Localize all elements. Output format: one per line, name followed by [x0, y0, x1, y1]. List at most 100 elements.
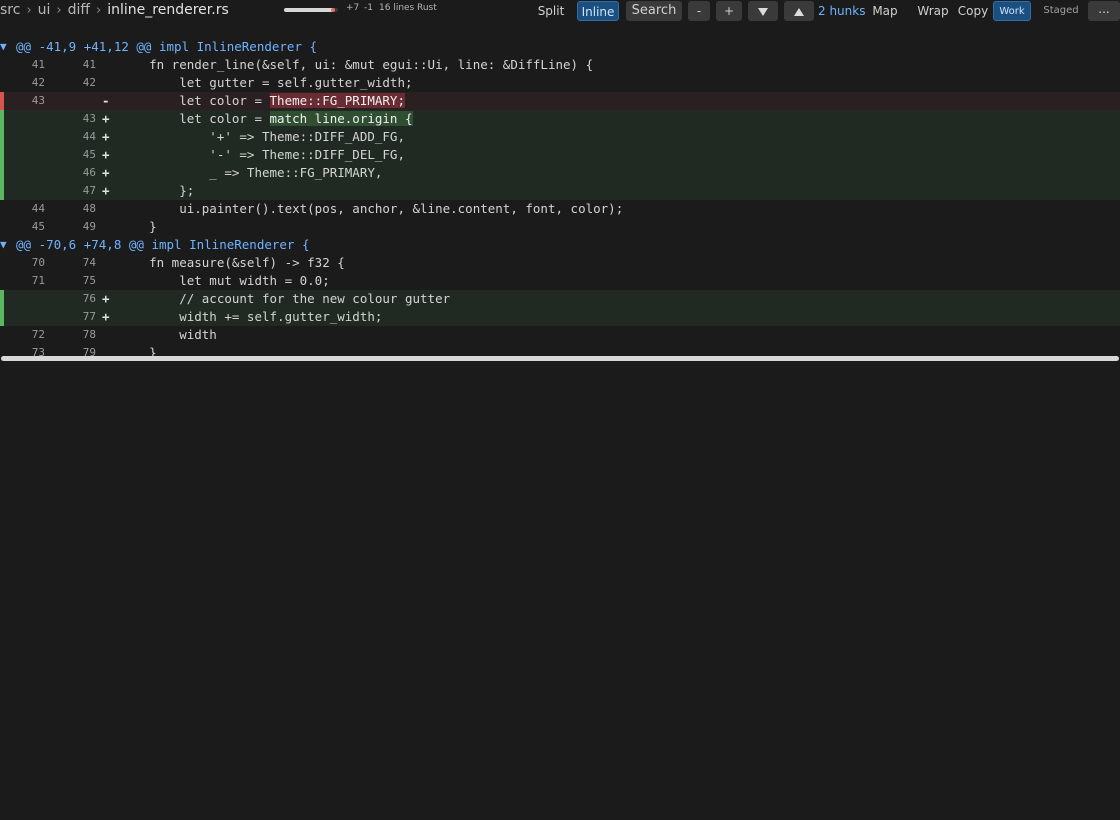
- file-name: inline_renderer.rs: [107, 2, 229, 18]
- code-text: width += self.gutter_width;: [119, 309, 383, 324]
- diff-ratio-bar: [284, 8, 338, 12]
- new-line-number: 45: [82, 148, 96, 161]
- code-text: // account for the new colour gutter: [119, 291, 451, 306]
- added-marker: [0, 308, 4, 326]
- context-line: 45 49 }: [0, 218, 1120, 236]
- diff-sign: +: [102, 165, 110, 180]
- code-text: let mut width = 0.0;: [119, 273, 330, 288]
- expand-button[interactable]: +: [716, 1, 742, 21]
- code-text: fn measure(&self) -> f32 {: [119, 255, 345, 270]
- new-line-number: 41: [82, 58, 96, 71]
- old-line-number: 70: [31, 256, 45, 269]
- new-line-number: 44: [82, 130, 96, 143]
- code-line: };: [119, 182, 194, 200]
- added-line: 44 + '+' => Theme::DIFF_ADD_FG,: [0, 128, 1120, 146]
- code-line: width: [119, 326, 217, 344]
- old-line-number: 71: [31, 274, 45, 287]
- new-line-number: 49: [82, 220, 96, 233]
- code-text: };: [119, 183, 195, 198]
- diff-sign: +: [102, 147, 110, 162]
- old-line-number: 43: [31, 94, 45, 107]
- added-line: 46 + _ => Theme::FG_PRIMARY,: [0, 164, 1120, 182]
- wrap-toggle[interactable]: Wrap: [914, 1, 952, 21]
- breadcrumb-separator: ›: [96, 2, 102, 18]
- code-line: ui.painter().text(pos, anchor, &line.con…: [119, 200, 623, 218]
- code-line: _ => Theme::FG_PRIMARY,: [119, 164, 382, 182]
- code-text: width: [119, 327, 217, 342]
- split-view-button[interactable]: Split: [532, 1, 570, 21]
- code-line: let mut width = 0.0;: [119, 272, 330, 290]
- breadcrumb-separator: ›: [26, 2, 32, 18]
- hunk-header[interactable]: ▼ @@ -41,9 +41,12 @@ impl InlineRenderer …: [0, 38, 1120, 56]
- triangle-up-icon: [794, 7, 804, 16]
- new-line-number: 48: [82, 202, 96, 215]
- diff-ratio-fill: [284, 8, 333, 12]
- hunk-count-link[interactable]: 2 hunks: [818, 1, 865, 21]
- code-text: '-' => Theme::DIFF_DEL_FG,: [119, 147, 405, 162]
- code-text: _ => Theme::FG_PRIMARY,: [119, 165, 383, 180]
- old-line-number: 72: [31, 328, 45, 341]
- context-line: 42 42 let gutter = self.gutter_width;: [0, 74, 1120, 92]
- line-count: 16 lines: [379, 3, 415, 13]
- added-line: 76 + // account for the new colour gutter: [0, 290, 1120, 308]
- new-line-number: 78: [82, 328, 96, 341]
- collapse-arrow-icon[interactable]: ▼: [0, 38, 7, 56]
- context-line: 70 74 fn measure(&self) -> f32 {: [0, 254, 1120, 272]
- more-menu-button[interactable]: ...: [1088, 1, 1120, 21]
- code-text: fn render_line(&self, ui: &mut egui::Ui,…: [119, 57, 594, 72]
- added-marker: [0, 164, 4, 182]
- new-line-number: 75: [82, 274, 96, 287]
- added-line: 77 + width += self.gutter_width;: [0, 308, 1120, 326]
- code-text: }: [119, 219, 157, 234]
- removed-marker: [0, 92, 4, 110]
- breadcrumb-item-diff[interactable]: diff: [68, 2, 90, 18]
- code-line: '-' => Theme::DIFF_DEL_FG,: [119, 146, 405, 164]
- code-line: let color = match line.origin {: [119, 110, 413, 128]
- triangle-down-icon: [758, 7, 768, 16]
- hunk-header[interactable]: ▼ @@ -70,6 +74,8 @@ impl InlineRenderer {: [0, 236, 1120, 254]
- old-line-number: 44: [31, 202, 45, 215]
- removed-count: -1: [364, 3, 373, 13]
- staged-tab[interactable]: Staged: [1040, 1, 1082, 21]
- collapse-arrow-icon[interactable]: ▼: [0, 236, 7, 254]
- code-text: let color =: [119, 111, 270, 126]
- new-line-number: 46: [82, 166, 96, 179]
- added-line: 47 + };: [0, 182, 1120, 200]
- prev-hunk-button[interactable]: [784, 1, 814, 21]
- breadcrumb-item-ui[interactable]: ui: [38, 2, 51, 18]
- new-line-number: 47: [82, 184, 96, 197]
- new-line-number: 43: [82, 112, 96, 125]
- inline-change-highlight: match line.origin {: [269, 111, 413, 126]
- breadcrumb-separator: ›: [56, 2, 62, 18]
- horizontal-scrollbar[interactable]: [0, 355, 1120, 362]
- work-tab[interactable]: Work: [993, 1, 1031, 21]
- language-label: Rust: [417, 3, 437, 13]
- new-line-number: 76: [82, 292, 96, 305]
- code-line: fn render_line(&self, ui: &mut egui::Ui,…: [119, 56, 593, 74]
- context-line: 71 75 let mut width = 0.0;: [0, 272, 1120, 290]
- inline-view-button[interactable]: Inline: [577, 1, 619, 21]
- diff-sign: -: [102, 93, 110, 108]
- code-text: ui.painter().text(pos, anchor, &line.con…: [119, 201, 624, 216]
- added-marker: [0, 290, 4, 308]
- code-line: }: [119, 218, 157, 236]
- context-line: 44 48 ui.painter().text(pos, anchor, &lin…: [0, 200, 1120, 218]
- breadcrumb-item-src[interactable]: src: [0, 2, 20, 18]
- toolbar: src › ui › diff › inline_renderer.rs +7 …: [0, 0, 1120, 26]
- diff-sign: +: [102, 129, 110, 144]
- added-line: 45 + '-' => Theme::DIFF_DEL_FG,: [0, 146, 1120, 164]
- diff-view: ▼ @@ -41,9 +41,12 @@ impl InlineRenderer …: [0, 38, 1120, 362]
- old-line-number: 45: [31, 220, 45, 233]
- code-line: '+' => Theme::DIFF_ADD_FG,: [119, 128, 405, 146]
- added-marker: [0, 110, 4, 128]
- scrollbar-thumb[interactable]: [1, 356, 1119, 361]
- copy-button[interactable]: Copy: [956, 1, 990, 21]
- diff-ratio-removed-marker: [331, 8, 335, 12]
- minimap-button[interactable]: Map: [868, 1, 902, 21]
- added-marker: [0, 182, 4, 200]
- search-button[interactable]: Search: [626, 1, 682, 21]
- collapse-button[interactable]: -: [688, 1, 710, 21]
- code-text: let gutter = self.gutter_width;: [119, 75, 413, 90]
- context-line: 72 78 width: [0, 326, 1120, 344]
- next-hunk-button[interactable]: [748, 1, 778, 21]
